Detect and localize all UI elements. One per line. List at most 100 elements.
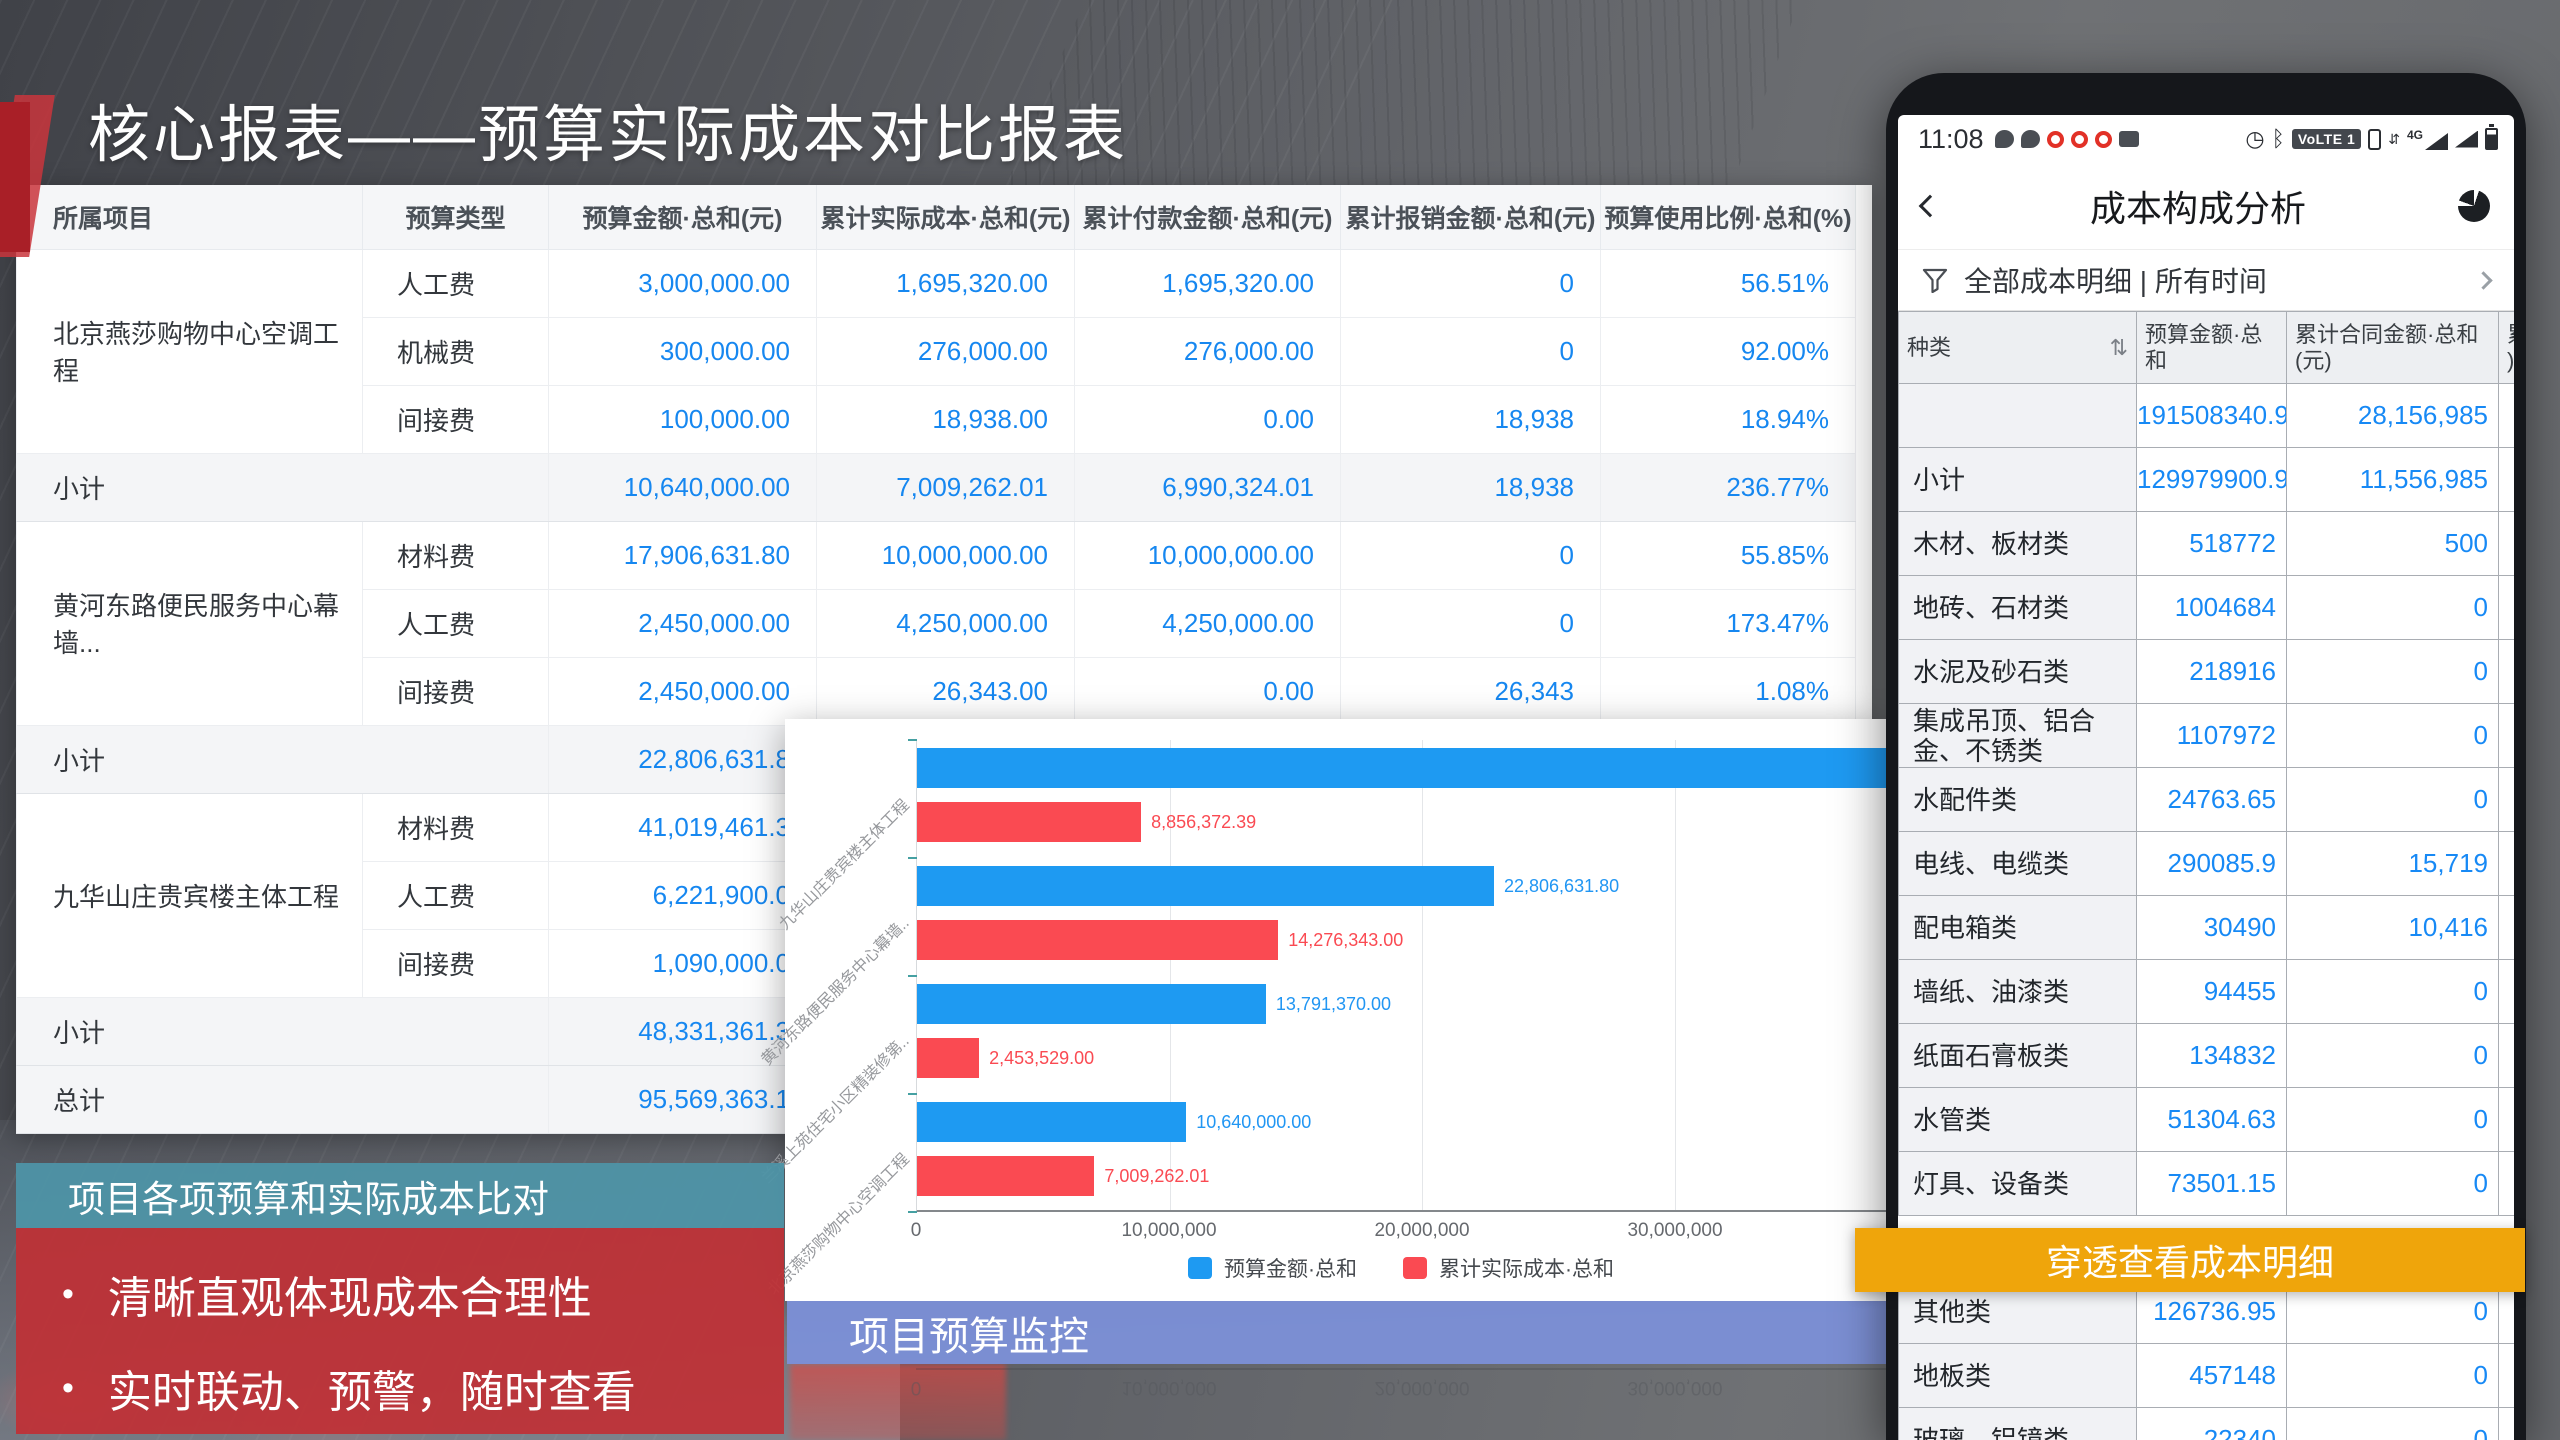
axis-tick <box>908 739 917 741</box>
filter-row[interactable]: 全部成本明细 | 所有时间 <box>1898 249 2514 311</box>
actual-cost-bar <box>917 802 1141 842</box>
funnel-icon <box>1922 267 1948 293</box>
clipped-cell <box>2499 832 2515 896</box>
bar-value-label: 14,276,343.00 <box>1288 920 1403 960</box>
cost-table-row[interactable]: 墙纸、油漆类944550 <box>1899 960 2515 1024</box>
clipped-cell <box>2499 704 2515 768</box>
cost-table-row[interactable]: 纸面石膏板类1348320 <box>1899 1024 2515 1088</box>
cost-table-row[interactable]: 水配件类24763.650 <box>1899 768 2515 832</box>
pie-chart-icon[interactable] <box>2458 190 2490 222</box>
column-header: 预算使用比例·总和(%) <box>1601 185 1856 249</box>
contract-amount-cell: 0 <box>2287 640 2499 704</box>
value-cell: 92.00% <box>1601 317 1856 385</box>
back-chevron-icon[interactable] <box>1919 195 1942 218</box>
budget-amount-cell: 1107972 <box>2137 704 2287 768</box>
clipped-cell <box>2499 1408 2515 1440</box>
contract-amount-cell: 0 <box>2287 1408 2499 1440</box>
category-cell: 配电箱类 <box>1899 896 2137 960</box>
axis-tick <box>908 857 917 859</box>
cost-table-row[interactable]: 配电箱类3049010,416 <box>1899 896 2515 960</box>
row-label: 小计 <box>17 997 549 1065</box>
chart-plot-area: 九华山庄贵宾楼主体工程黄河东路便民服务中心幕墙..兰溪上苑住宅小区精装修第..北… <box>916 740 1886 1212</box>
project-name-cell: 北京燕莎购物中心空调工程 <box>17 249 363 453</box>
category-cell: 墙纸、油漆类 <box>1899 960 2137 1024</box>
budget-amount-cell: 73501.15 <box>2137 1152 2287 1216</box>
cost-table-header-row: 种类 ⇅ 预算金额·总和 累计合同金额·总和(元) 累 ) <box>1899 312 2515 384</box>
column-header: 累计合同金额·总和(元) <box>2287 312 2499 384</box>
column-header: 累计付款金额·总和(元) <box>1075 185 1341 249</box>
sort-icon[interactable]: ⇅ <box>2110 335 2128 361</box>
cost-table-row[interactable]: 水管类51304.630 <box>1899 1088 2515 1152</box>
contract-amount-cell: 0 <box>2287 704 2499 768</box>
cost-table-row[interactable]: 水泥及砂石类2189160 <box>1899 640 2515 704</box>
axis-tick-label: 10,000,000 <box>1121 1220 1216 1242</box>
value-cell: 17,906,631.80 <box>549 521 817 589</box>
contract-amount-cell: 0 <box>2287 768 2499 832</box>
bullet-text: 实时联动、预警，随时查看 <box>108 1356 636 1420</box>
wechat-icon <box>2021 130 2040 148</box>
cost-table-row[interactable]: 灯具、设备类73501.150 <box>1899 1152 2515 1216</box>
budget-chart-panel: 九华山庄贵宾楼主体工程黄河东路便民服务中心幕墙..兰溪上苑住宅小区精装修第..北… <box>785 719 1886 1301</box>
axis-tick-label: 20,000,000 <box>1374 1220 1469 1242</box>
clipped-cell <box>2499 896 2515 960</box>
notification-ring-icon <box>2095 131 2112 148</box>
value-cell: 1,695,320.00 <box>1075 249 1341 317</box>
value-cell: 18.94% <box>1601 385 1856 453</box>
category-cell: 玻璃、铝镜类 <box>1899 1408 2137 1440</box>
cost-table-row[interactable]: 191508340.9428,156,985 <box>1899 384 2515 448</box>
legend-swatch-red <box>1403 1257 1427 1279</box>
page-header-title: 成本构成分析 <box>2090 180 2306 232</box>
legend-swatch-blue <box>1188 1257 1212 1279</box>
axis-tick-label-mirrored: 10,000,000 <box>1121 1376 1216 1398</box>
clipped-cell <box>2499 960 2515 1024</box>
budget-amount-cell: 457148 <box>2137 1344 2287 1408</box>
value-cell: 10,000,000.00 <box>1075 521 1341 589</box>
category-cell <box>1899 384 2137 448</box>
budget-bar <box>917 866 1494 906</box>
budget-amount-cell: 191508340.94 <box>2137 384 2287 448</box>
column-header: 预算类型 <box>363 185 549 249</box>
battery-icon <box>2485 128 2498 150</box>
filter-text: 全部成本明细 | 所有时间 <box>1964 260 2267 300</box>
cost-table-row[interactable]: 集成吊顶、铝合金、不锈类11079720 <box>1899 704 2515 768</box>
budget-amount-cell: 290085.9 <box>2137 832 2287 896</box>
chart-legend: 预算金额·总和 累计实际成本·总和 <box>916 1253 1886 1283</box>
value-cell: 26,343 <box>1341 657 1601 725</box>
value-cell: 18,938.00 <box>817 385 1075 453</box>
project-name-cell: 九华山庄贵宾楼主体工程 <box>17 793 363 997</box>
value-cell: 10,640,000.00 <box>549 453 817 521</box>
category-cell: 水配件类 <box>1899 768 2137 832</box>
value-cell: 1,090,000.0 <box>549 929 817 997</box>
budget-amount-cell: 1004684 <box>2137 576 2287 640</box>
budget-amount-cell: 22340 <box>2137 1408 2287 1440</box>
cost-table-row[interactable]: 地板类4571480 <box>1899 1344 2515 1408</box>
bar-value-label: 8,856,372.39 <box>1151 802 1256 842</box>
legend-label: 预算金额·总和 <box>1224 1253 1357 1283</box>
bar-value-label: 13,791,370.00 <box>1276 984 1391 1024</box>
cost-table-row[interactable]: 小计129979900.9411,556,985 <box>1899 448 2515 512</box>
signal-icon: 4G <box>2407 128 2448 150</box>
contract-amount-cell: 0 <box>2287 1088 2499 1152</box>
column-header: 累计实际成本·总和(元) <box>817 185 1075 249</box>
legend-item-budget: 预算金额·总和 <box>1188 1253 1357 1283</box>
contract-amount-cell: 28,156,985 <box>2287 384 2499 448</box>
cost-table-row[interactable]: 地砖、石材类10046840 <box>1899 576 2515 640</box>
value-cell: 55.85% <box>1601 521 1856 589</box>
cost-table-row[interactable]: 木材、板材类518772500 <box>1899 512 2515 576</box>
network-type-label: 4G <box>2407 128 2423 142</box>
data-arrows-icon: ⇵ <box>2388 131 2400 148</box>
category-cell: 地砖、石材类 <box>1899 576 2137 640</box>
budget-type-cell: 人工费 <box>363 589 549 657</box>
column-header: 所属项目 <box>17 185 363 249</box>
clipped-cell <box>2499 1152 2515 1216</box>
cost-table-row[interactable]: 玻璃、铝镜类223400 <box>1899 1408 2515 1440</box>
row-label: 小计 <box>17 453 549 521</box>
value-cell: 276,000.00 <box>1075 317 1341 385</box>
status-bar: 11:08 ◷ ᛒ VoLTE 1 ⇵ 4G <box>1898 115 2514 163</box>
budget-type-cell: 间接费 <box>363 385 549 453</box>
axis-tick <box>908 975 917 977</box>
bullet-dot: • <box>62 1369 74 1408</box>
contract-amount-cell: 0 <box>2287 576 2499 640</box>
clipped-cell <box>2499 768 2515 832</box>
cost-table-row[interactable]: 电线、电缆类290085.915,719 <box>1899 832 2515 896</box>
